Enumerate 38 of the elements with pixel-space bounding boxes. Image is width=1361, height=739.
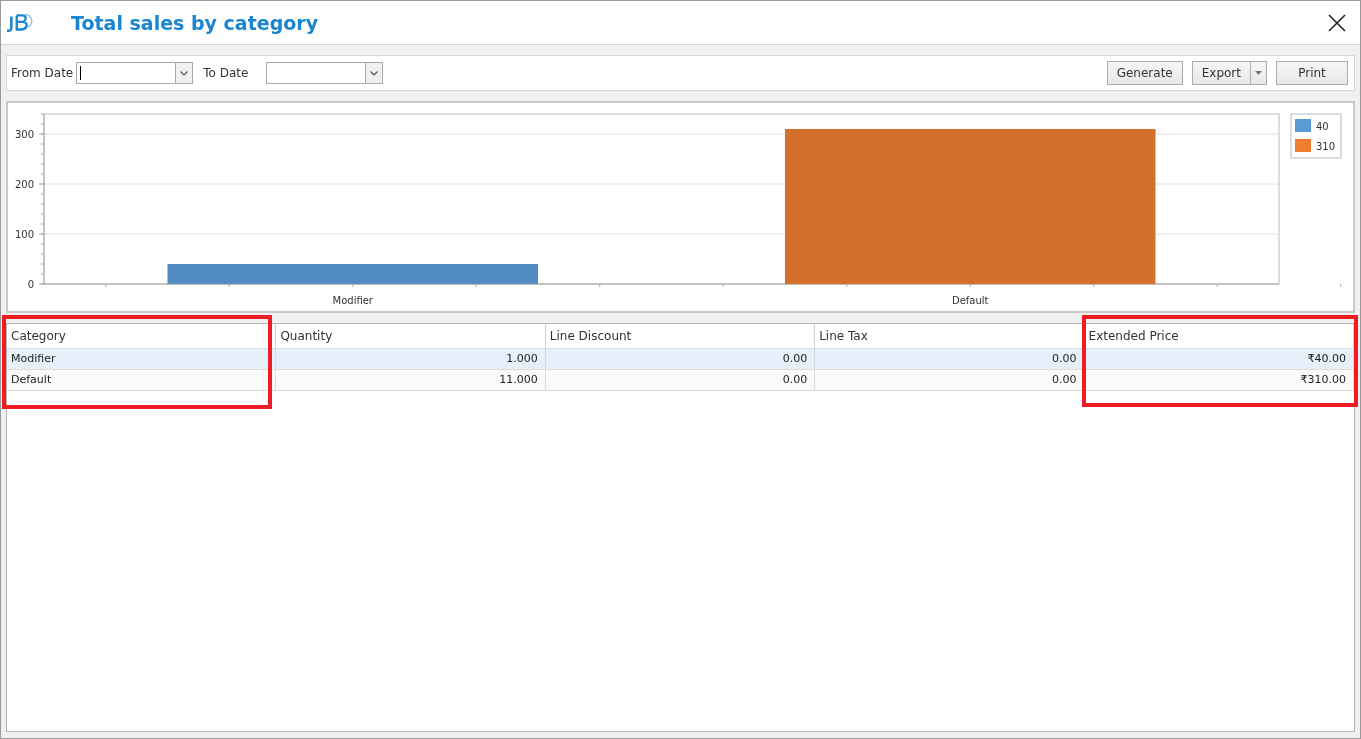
to-date-label: To Date xyxy=(203,66,249,80)
table-cell: 0.00 xyxy=(545,349,816,369)
y-tick-label: 0 xyxy=(27,279,34,290)
caret-icon xyxy=(1255,71,1262,75)
close-icon[interactable] xyxy=(1328,13,1346,32)
from-date-label: From Date xyxy=(11,66,74,80)
to-date-field[interactable] xyxy=(266,62,384,84)
export-button[interactable]: Export xyxy=(1191,61,1267,85)
table-cell: Modifier xyxy=(7,349,277,369)
table-cell: 0.00 xyxy=(815,370,1085,390)
y-tick-label: 100 xyxy=(14,229,34,240)
table-cell: ₹310.00 xyxy=(1084,370,1354,390)
table-cell: 1.000 xyxy=(276,349,546,369)
table-cell: 0.00 xyxy=(545,370,816,390)
column-header[interactable]: Quantity xyxy=(276,324,546,348)
chevron-icon xyxy=(180,70,189,76)
table-cell: 0.00 xyxy=(815,349,1085,369)
x-tick-label: Modifier xyxy=(332,295,373,306)
x-tick-label: Default xyxy=(952,295,989,306)
legend-label: 40 xyxy=(1316,121,1329,132)
chevron-icon xyxy=(370,70,379,76)
print-button[interactable]: Print xyxy=(1276,61,1348,85)
table-cell: ₹40.00 xyxy=(1084,349,1354,369)
table-cell: 11.000 xyxy=(276,370,546,390)
table-cell: Default xyxy=(7,370,277,390)
table-row[interactable]: Modifier 1.000 0.00 0.00 ₹40.00 xyxy=(7,349,1354,370)
y-tick-label: 200 xyxy=(14,179,34,190)
column-header[interactable]: Line Discount xyxy=(545,324,816,348)
generate-button[interactable]: Generate xyxy=(1106,61,1183,85)
table-row[interactable]: Default 11.000 0.00 0.00 ₹310.00 xyxy=(7,370,1354,391)
logo-icon xyxy=(7,11,33,34)
from-date-field[interactable] xyxy=(76,62,194,84)
window-title: Total sales by category xyxy=(71,11,320,34)
column-header[interactable]: Extended Price xyxy=(1084,324,1354,348)
column-header[interactable]: Category xyxy=(7,324,277,348)
y-tick-label: 300 xyxy=(14,129,34,140)
legend-label: 310 xyxy=(1316,141,1336,152)
column-header[interactable]: Line Tax xyxy=(815,324,1085,348)
